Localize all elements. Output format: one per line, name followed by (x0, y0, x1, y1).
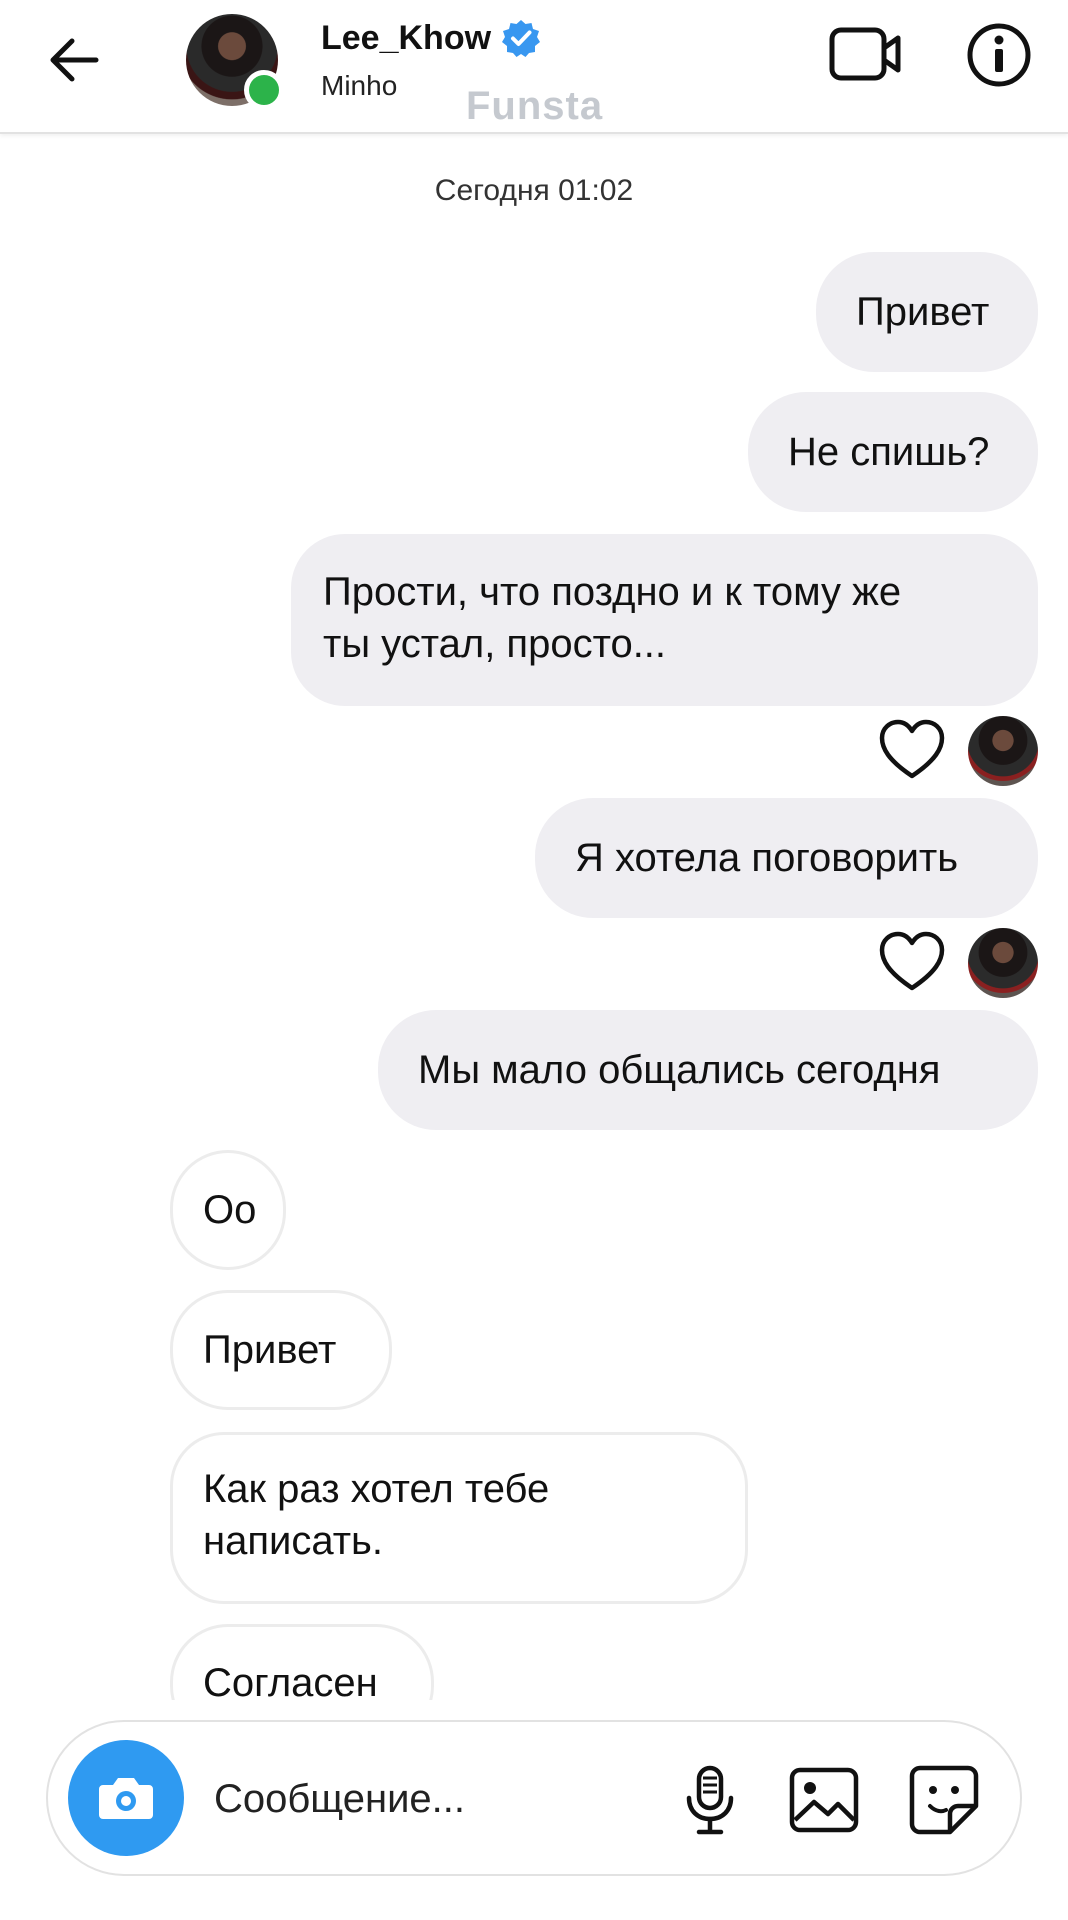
message-text-line: Прости, что поздно и к тому же (323, 570, 902, 614)
sticker-icon[interactable] (906, 1762, 982, 1838)
message-text: Не спишь? (788, 430, 990, 474)
outgoing-message-bubble[interactable]: Не спишь? (748, 392, 1038, 512)
message-text-line: ты устал, просто... (323, 622, 667, 666)
microphone-icon[interactable] (672, 1762, 748, 1838)
incoming-message-bubble[interactable]: Оо (170, 1150, 286, 1270)
chat-header: Lee_Khow Minho Funsta (0, 0, 1068, 134)
message-text: Привет (856, 290, 990, 334)
message-text-line: Как раз хотел тебе (203, 1467, 550, 1511)
message-text: Привет (203, 1328, 337, 1372)
message-text: Согласен (203, 1661, 378, 1700)
online-status-dot (244, 70, 284, 110)
message-text: Оо (203, 1188, 257, 1232)
gallery-icon[interactable] (786, 1762, 862, 1838)
back-arrow-icon[interactable] (44, 30, 104, 90)
camera-icon[interactable] (68, 1740, 184, 1856)
contact-username-label: Lee_Khow (321, 18, 492, 57)
message-text: Я хотела поговорить (575, 836, 959, 880)
contact-display-name: Minho (321, 70, 398, 101)
message-text-line: написать. (203, 1519, 383, 1563)
outgoing-message-bubble[interactable]: Мы мало общались сегодня (378, 1010, 1038, 1130)
heart-reaction-icon[interactable] (878, 718, 946, 782)
verified-badge-icon (502, 20, 541, 57)
message-text: Мы мало общались сегодня (418, 1048, 941, 1092)
chat-timestamp: Сегодня 01:02 (434, 174, 634, 207)
reactor-avatar[interactable] (968, 716, 1038, 786)
outgoing-message-bubble[interactable]: Привет (816, 252, 1038, 372)
video-call-icon[interactable] (828, 24, 904, 84)
reactor-avatar[interactable] (968, 928, 1038, 998)
outgoing-message-bubble[interactable]: Прости, что поздно и к тому же ты устал,… (291, 534, 1038, 706)
outgoing-message-bubble[interactable]: Я хотела поговорить (535, 798, 1038, 918)
contact-username[interactable]: Lee_Khow (321, 18, 541, 58)
message-composer (46, 1720, 1022, 1876)
funsta-watermark: Funsta (466, 84, 604, 128)
heart-reaction-icon[interactable] (878, 930, 946, 994)
incoming-message-bubble[interactable]: Согласен (170, 1624, 434, 1700)
incoming-message-bubble[interactable]: Как раз хотел тебе написать. (170, 1432, 748, 1604)
message-input[interactable] (212, 1770, 636, 1828)
incoming-message-bubble[interactable]: Привет (170, 1290, 392, 1410)
message-list[interactable]: Сегодня 01:02 Привет Не спишь? Прости, ч… (0, 134, 1068, 1700)
info-icon[interactable] (966, 22, 1032, 88)
